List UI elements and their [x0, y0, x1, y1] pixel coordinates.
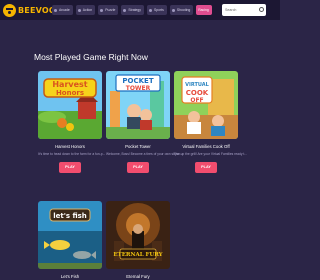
play-button[interactable]: PLAY: [59, 162, 81, 174]
game-thumbnail[interactable]: POCKET TOWER: [106, 71, 170, 139]
game-card-lets-fish[interactable]: let's fish Let's Fish: [38, 201, 102, 279]
target-icon: [171, 8, 175, 12]
game-card-harvest-honors[interactable]: Harvest Honors Harvest Honors It's time …: [38, 71, 106, 174]
game-description: Welcome, Boss! Become a tires of your ow…: [106, 152, 183, 156]
nav-label: Racing: [198, 8, 209, 12]
cook-off-art: VIRTUAL COOK OFF: [174, 71, 238, 139]
game-title[interactable]: Let's Fish: [38, 274, 102, 279]
svg-text:ETERNAL FURY: ETERNAL FURY: [113, 252, 162, 258]
game-card-pocket-tower[interactable]: POCKET TOWER Pocket Tower Welcome, Boss!…: [106, 71, 183, 174]
ball-icon: [149, 8, 153, 12]
category-nav: Arcade Action Puzzle Strategy Sports Sho…: [52, 5, 212, 15]
svg-text:Harvest: Harvest: [52, 80, 87, 89]
pocket-tower-art: POCKET TOWER: [106, 71, 170, 139]
page-title: Most Played Game Right Now: [34, 52, 148, 62]
nav-label: Strategy: [128, 8, 142, 12]
svg-text:let's fish: let's fish: [53, 212, 87, 220]
game-thumbnail[interactable]: ETERNAL FURY: [106, 201, 170, 269]
nav-item-racing[interactable]: Racing: [196, 5, 212, 15]
nav-label: Arcade: [59, 8, 70, 12]
svg-text:Honors: Honors: [56, 89, 84, 97]
top-header: BEEVOO Arcade Action Puzzle Strategy Spo…: [0, 0, 280, 20]
bolt-icon: [77, 8, 81, 12]
nav-label: Sports: [154, 8, 164, 12]
search-placeholder: Search: [225, 8, 237, 12]
game-thumbnail[interactable]: VIRTUAL COOK OFF: [174, 71, 238, 139]
nav-label: Action: [82, 8, 93, 12]
game-title[interactable]: Eternal Fury: [106, 274, 170, 279]
nav-item-shooting[interactable]: Shooting: [169, 5, 194, 15]
nav-item-strategy[interactable]: Strategy: [121, 5, 145, 15]
game-title[interactable]: Pocket Tower: [106, 144, 170, 149]
eternal-fury-art: ETERNAL FURY: [106, 201, 170, 269]
game-title[interactable]: Harvest Honors: [38, 144, 102, 149]
svg-text:POCKET: POCKET: [122, 77, 153, 85]
beevoo-logo[interactable]: BEEVOO: [3, 3, 56, 17]
svg-text:OFF: OFF: [190, 97, 203, 104]
game-thumbnail[interactable]: Harvest Honors: [38, 71, 102, 139]
nav-item-arcade[interactable]: Arcade: [52, 5, 73, 15]
game-card-virtual-families-cook-off[interactable]: VIRTUAL COOK OFF Virtual Families Cook O…: [174, 71, 248, 174]
nav-item-action[interactable]: Action: [75, 5, 96, 15]
search-input[interactable]: Search: [222, 4, 266, 16]
game-description: It's time to head down to the farm for a…: [38, 152, 106, 156]
puzzle-icon: [100, 8, 104, 12]
lets-fish-art: let's fish: [38, 201, 102, 269]
game-title[interactable]: Virtual Families Cook Off: [174, 144, 238, 149]
play-button[interactable]: PLAY: [195, 162, 217, 174]
logo-text: BEEVOO: [18, 5, 56, 15]
game-description: Fire up the grill! Are your Virtual Fami…: [174, 152, 248, 156]
svg-text:VIRTUAL: VIRTUAL: [185, 82, 210, 88]
nav-item-sports[interactable]: Sports: [147, 5, 167, 15]
chess-icon: [123, 8, 127, 12]
bee-logo-icon: [3, 3, 16, 17]
svg-text:COOK: COOK: [186, 89, 209, 97]
game-card-eternal-fury[interactable]: ETERNAL FURY Eternal Fury: [106, 201, 170, 279]
nav-item-puzzle[interactable]: Puzzle: [98, 5, 119, 15]
game-thumbnail[interactable]: let's fish: [38, 201, 102, 269]
search-icon[interactable]: [259, 7, 264, 12]
nav-label: Puzzle: [105, 8, 116, 12]
svg-text:TOWER: TOWER: [126, 85, 151, 92]
gamepad-icon: [54, 8, 57, 12]
play-button[interactable]: PLAY: [127, 162, 149, 174]
harvest-honors-art: Harvest Honors: [38, 71, 102, 139]
nav-label: Shooting: [176, 8, 191, 12]
